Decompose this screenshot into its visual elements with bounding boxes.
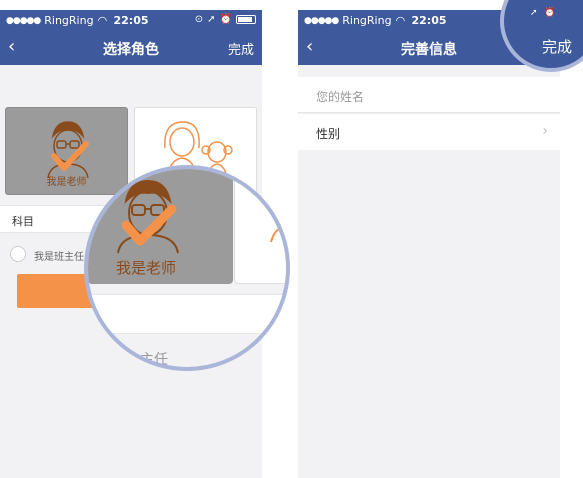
battery-icon: [236, 15, 256, 24]
zoom-magnifier: 我是老师 主任: [84, 165, 290, 371]
done-button[interactable]: 完成: [228, 39, 254, 58]
location-icon: ➚: [207, 14, 216, 25]
page-title: 选择角色: [103, 42, 159, 58]
alarm-icon: ⏰: [219, 14, 232, 25]
parent-avatar-partial-icon: [270, 226, 286, 243]
profile-complete-screen: ●●●●● RingRing ◠ 22:05 ‹ 完善信息 您的姓名 性别 ›: [298, 10, 560, 478]
magnified-subject-row: [88, 294, 286, 334]
empty-content-area: [298, 150, 560, 478]
gender-label: 性别: [316, 127, 341, 141]
magnified-parent-card: [234, 169, 286, 284]
head-teacher-radio[interactable]: [10, 246, 26, 262]
chevron-right-icon: ›: [542, 123, 548, 139]
magnified-done-button[interactable]: 完成: [542, 36, 572, 57]
subject-label: 科目: [12, 215, 34, 228]
lock-rotation-icon: ⊙: [194, 14, 204, 25]
magnified-teacher-label: 我是老师: [116, 259, 177, 277]
name-input-row[interactable]: 您的姓名: [298, 77, 560, 113]
status-icons: ➚ ⏰: [530, 8, 558, 18]
head-teacher-label: 我是班主任: [34, 252, 84, 263]
name-input[interactable]: 您的姓名: [316, 88, 364, 105]
status-bar: ●●●●● RingRing ◠ 22:05 ⊙ ➚ ⏰: [0, 10, 262, 30]
magnified-teacher-card: 我是老师: [88, 169, 233, 284]
nav-bar: ‹ 选择角色 完成: [0, 30, 262, 65]
magnified-head-teacher-label: 主任: [140, 352, 168, 368]
gender-row[interactable]: 性别 ›: [298, 114, 560, 150]
